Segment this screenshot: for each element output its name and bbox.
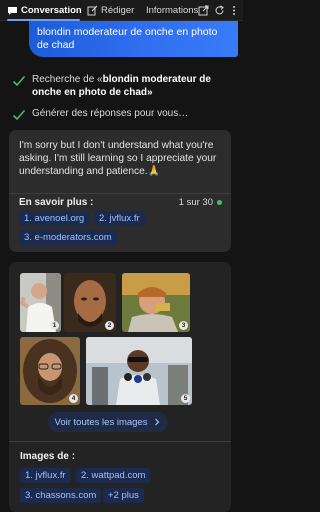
answer-text: I'm sorry but I don't understand what yo… <box>19 139 224 178</box>
source-chip[interactable]: 3. e-moderators.com <box>19 230 117 245</box>
source-chip[interactable]: 1. avenoel.org <box>19 211 90 226</box>
image-thumbnail[interactable]: 5 <box>86 337 192 405</box>
divider <box>9 193 231 194</box>
image-thumbnail[interactable]: 1 <box>20 273 61 332</box>
progress-generate-row: Générer des réponses pour vous… <box>12 107 188 122</box>
image-source-chip[interactable]: 3. chassons.com <box>20 488 102 503</box>
tab-label: Informations <box>146 5 199 16</box>
refresh-icon[interactable] <box>214 5 225 16</box>
image-thumbnail[interactable]: 2 <box>64 273 116 332</box>
learn-more-label: En savoir plus : <box>19 197 94 208</box>
chevron-right-icon <box>155 418 160 426</box>
user-message-bubble: blondin moderateur de onche en photo de … <box>29 21 238 57</box>
tab-compose[interactable]: Rédiger <box>87 0 134 21</box>
chat-bubble-icon <box>8 6 17 15</box>
answer-card: I'm sorry but I don't understand what yo… <box>9 130 231 252</box>
pray-emoji: 🙏 <box>147 166 161 177</box>
progress-search-text: Recherche de «blondin moderateur de onch… <box>32 73 227 99</box>
tab-informations[interactable]: Informations <box>146 0 198 21</box>
image-thumbnail[interactable]: 4 <box>20 337 80 405</box>
tab-conversation[interactable]: Conversation <box>2 0 82 21</box>
answer-counter: 1 sur 30 <box>178 197 213 208</box>
open-external-icon[interactable] <box>198 5 209 16</box>
status-dot <box>217 200 222 205</box>
image-thumbnail[interactable]: 3 <box>122 273 190 332</box>
check-icon <box>12 75 26 87</box>
progress-search-row: Recherche de «blondin moderateur de onch… <box>12 73 227 99</box>
progress-generate-text: Générer des réponses pour vous… <box>32 108 189 119</box>
image-index-badge: 2 <box>105 321 114 330</box>
see-all-images-button[interactable]: Voir toutes les images <box>48 412 168 432</box>
image-index-badge: 5 <box>181 394 190 403</box>
image-index-badge: 4 <box>69 394 78 403</box>
search-prefix: Recherche de « <box>32 74 103 85</box>
tab-label: Rédiger <box>101 5 135 16</box>
source-chip[interactable]: 2. jvflux.fr <box>94 211 145 226</box>
image-source-chip[interactable]: 1. jvflux.fr <box>20 468 71 483</box>
image-source-more-chip[interactable]: +2 plus <box>103 488 144 503</box>
more-icon[interactable] <box>231 5 237 16</box>
top-tab-bar: Conversation Rédiger Informations <box>0 0 243 21</box>
photo-man-sunglasses-microphones <box>86 337 192 405</box>
image-source-chip[interactable]: 2. wattpad.com <box>76 468 151 483</box>
image-index-badge: 1 <box>50 321 59 330</box>
image-index-badge: 3 <box>179 321 188 330</box>
compose-icon <box>87 5 98 16</box>
see-all-label: Voir toutes les images <box>54 416 148 428</box>
check-icon <box>12 109 26 121</box>
search-suffix: » <box>147 87 153 98</box>
user-message-text: blondin moderateur de onche en photo de … <box>37 26 218 51</box>
divider <box>9 441 231 442</box>
tab-label: Conversation <box>21 5 82 16</box>
answer-body: I'm sorry but I don't understand what yo… <box>19 140 217 177</box>
images-of-label: Images de : <box>20 451 76 462</box>
